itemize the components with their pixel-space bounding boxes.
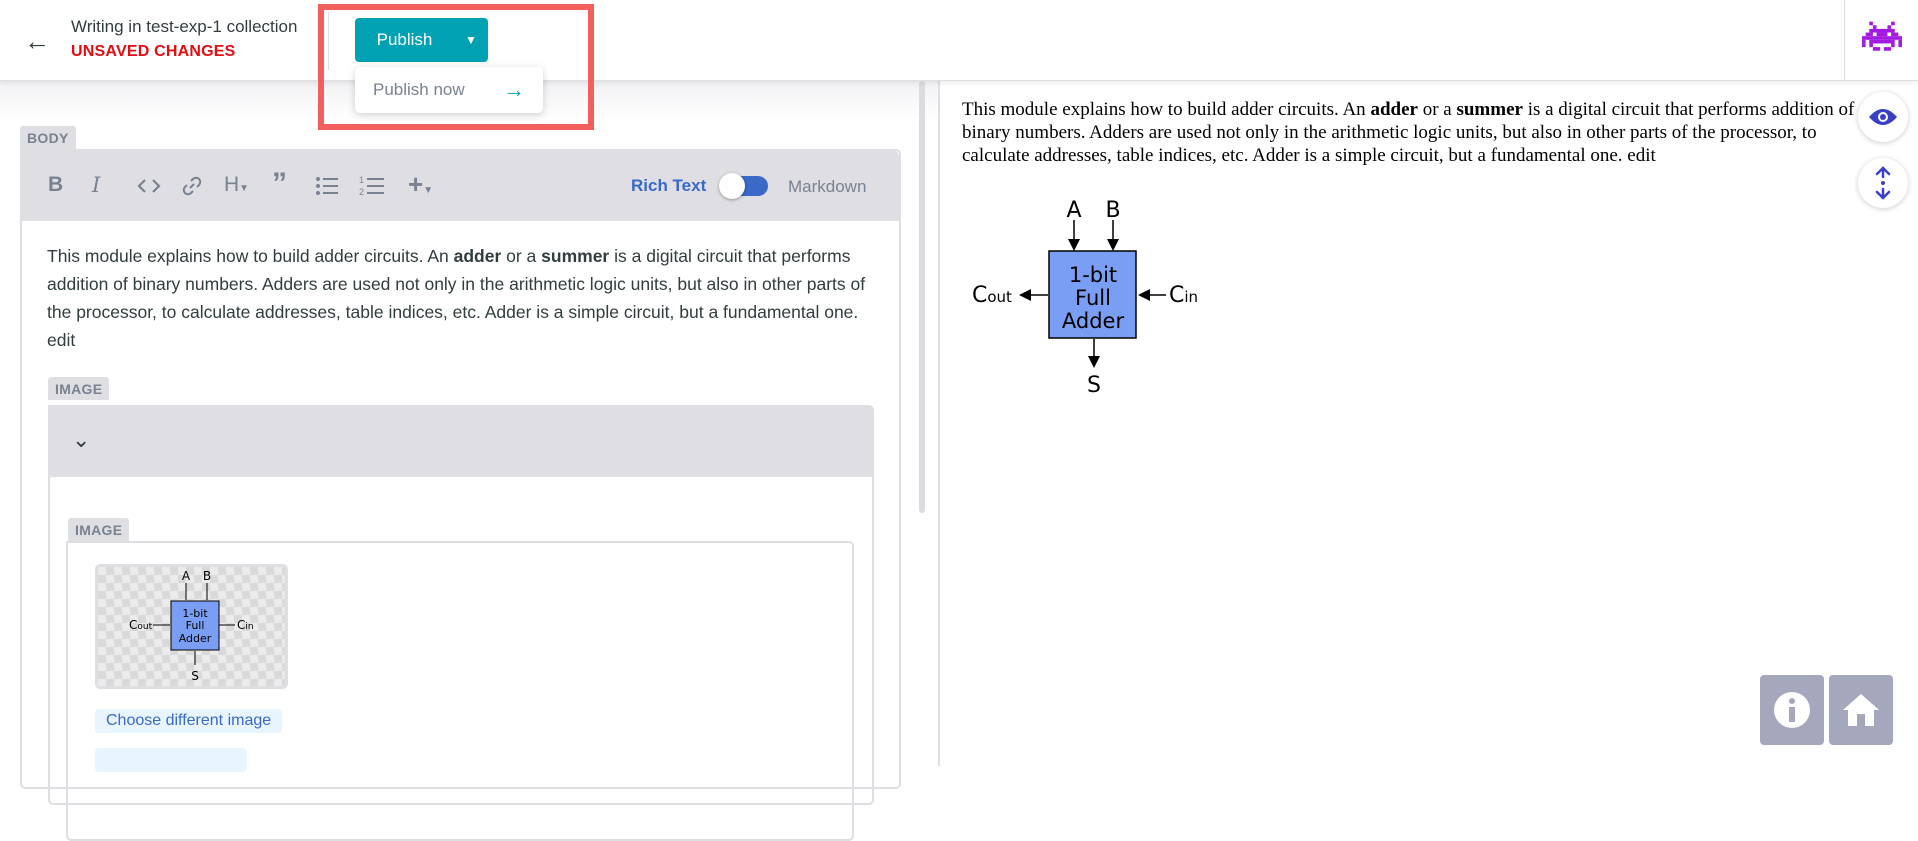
carry-in-subscript: in [245, 622, 253, 632]
preview-body-text: This module explains how to build adder … [962, 98, 1862, 167]
pane-divider[interactable] [938, 81, 940, 766]
text-run: or a [1417, 99, 1457, 120]
input-a-label: A [1066, 198, 1081, 223]
carry-out-subscript: out [137, 622, 152, 632]
publish-now-menu-item[interactable]: Publish now → [355, 67, 543, 113]
sync-scroll-icon[interactable] [1858, 158, 1908, 208]
heading-icon[interactable]: H▼ [224, 173, 249, 197]
space-invader-icon[interactable] [1862, 18, 1902, 58]
secondary-image-button[interactable] [95, 748, 247, 772]
rich-text-label[interactable]: Rich Text [631, 176, 706, 196]
text-run: This module explains how to build adder … [47, 246, 454, 266]
block-label-line2: Full [186, 619, 205, 632]
body-field-label: BODY [20, 126, 76, 149]
eye-icon[interactable] [1858, 92, 1908, 142]
body-text-editor[interactable]: This module explains how to build adder … [47, 242, 877, 354]
app-header: ← Writing in test-exp-1 collection UNSAV… [0, 0, 1918, 81]
chevron-down-icon[interactable]: ⌄ [72, 427, 90, 453]
unsaved-changes-status: UNSAVED CHANGES [71, 43, 236, 60]
collection-title: Writing in test-exp-1 collection [71, 17, 298, 36]
block-label-line3: Adder [179, 632, 212, 645]
svg-text:Cout: Cout [129, 618, 153, 632]
bold-text: summer [541, 246, 610, 266]
italic-icon[interactable]: I [92, 173, 100, 197]
block-label-line2: Full [1075, 286, 1111, 310]
publish-button-label: Publish [376, 30, 433, 49]
arrow-left-icon[interactable]: ← [24, 26, 50, 57]
add-component-icon[interactable]: +▼ [408, 169, 433, 200]
publish-now-label: Publish now [373, 80, 465, 99]
bulleted-list-icon[interactable] [315, 176, 339, 196]
editor-mode-toggle[interactable] [719, 173, 768, 199]
editor-toolbar: B I H▼ ” 1 2 +▼ Rich Text Markdown [22, 151, 899, 221]
input-b-label: B [1105, 198, 1120, 223]
full-adder-thumbnail: A B 1-bit Full Adder S Cout Cin [129, 569, 254, 683]
text-run: This module explains how to build adder … [962, 99, 1371, 120]
carry-out-subscript: out [987, 288, 1012, 306]
image-field: A B 1-bit Full Adder S Cout Cin Choose d… [66, 541, 854, 841]
home-icon[interactable] [1829, 675, 1893, 745]
carry-in-subscript: in [1184, 288, 1198, 306]
svg-text:Cout: Cout [972, 283, 1012, 308]
carry-in-label: C [237, 618, 245, 632]
carry-out-label: C [129, 618, 137, 632]
sum-label: S [1087, 373, 1101, 398]
text-run: or a [501, 246, 542, 266]
block-label-line1: 1-bit [1069, 263, 1117, 287]
divider [328, 12, 329, 70]
svg-text:2: 2 [359, 187, 364, 197]
arrow-right-icon: → [503, 77, 525, 102]
bold-text: adder [453, 246, 502, 266]
markdown-label[interactable]: Markdown [788, 177, 866, 197]
input-b-label: B [203, 569, 211, 583]
image-widget-header[interactable]: ⌄ [50, 407, 872, 477]
svg-text:Cin: Cin [1169, 283, 1198, 308]
image-thumbnail[interactable]: A B 1-bit Full Adder S Cout Cin [95, 564, 288, 689]
block-label-line3: Adder [1062, 309, 1125, 333]
quote-icon[interactable]: ” [272, 167, 287, 201]
image-field-label: IMAGE [68, 518, 130, 541]
bold-text: adder [1370, 99, 1418, 120]
full-adder-diagram: A B 1-bit Full Adder S Cout Cin [972, 198, 1198, 398]
link-icon[interactable] [181, 175, 203, 197]
toggle-knob [719, 173, 745, 199]
carry-in-label: C [1169, 283, 1184, 308]
bold-icon[interactable]: B [48, 173, 63, 197]
image-widget-label: IMAGE [48, 377, 110, 400]
publish-button[interactable]: Publish ▼ [355, 18, 488, 62]
caret-down-icon[interactable]: ▼ [454, 33, 488, 47]
numbered-list-icon[interactable]: 1 2 [359, 174, 385, 198]
carry-out-label: C [972, 283, 987, 308]
body-field: B I H▼ ” 1 2 +▼ Rich Text Markdown This … [20, 149, 901, 841]
sum-label: S [191, 669, 199, 683]
code-icon[interactable] [137, 176, 161, 196]
bold-text: summer [1456, 99, 1523, 120]
divider [1844, 0, 1845, 81]
choose-different-image-button[interactable]: Choose different image [95, 709, 283, 733]
editor-scrollbar[interactable] [919, 81, 925, 513]
svg-text:Cin: Cin [237, 618, 254, 632]
input-a-label: A [182, 569, 191, 583]
info-icon[interactable] [1760, 675, 1824, 745]
svg-text:1: 1 [359, 175, 364, 185]
